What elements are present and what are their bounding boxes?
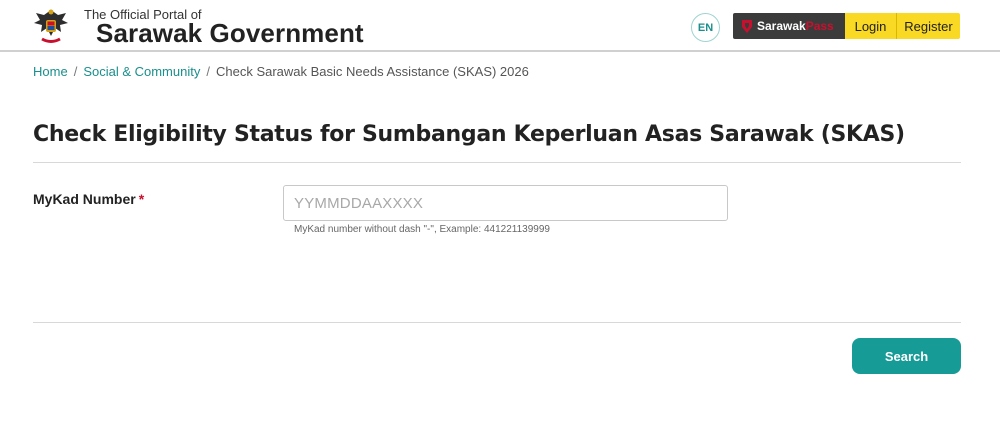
sarawakpass-brand-secondary: Pass — [805, 19, 834, 33]
sarawakpass-brand-text: SarawakPass — [757, 19, 834, 33]
site-header: The Official Portal of Sarawak Governmen… — [0, 0, 1000, 52]
login-button[interactable]: Login — [845, 13, 897, 39]
mykad-label: MyKad Number * — [33, 191, 144, 207]
mykad-hint: MyKad number without dash "-", Example: … — [294, 224, 550, 235]
language-toggle-button[interactable]: EN — [691, 13, 720, 42]
mykad-label-text: MyKad Number — [33, 191, 136, 207]
divider — [33, 322, 961, 323]
breadcrumb-separator: / — [73, 64, 78, 79]
portal-title[interactable]: Sarawak Government — [96, 18, 364, 49]
sarawak-coat-of-arms-icon[interactable] — [30, 6, 72, 48]
breadcrumb-separator: / — [206, 64, 210, 79]
sarawakpass-group: SarawakPass Login Register — [733, 13, 960, 39]
breadcrumb-social-community-link[interactable]: Social & Community — [83, 64, 200, 79]
breadcrumb-current: Check Sarawak Basic Needs Assistance (SK… — [215, 64, 529, 79]
breadcrumb-home-link[interactable]: Home — [33, 64, 68, 79]
divider — [33, 162, 961, 163]
required-indicator: * — [138, 191, 145, 207]
register-button[interactable]: Register — [897, 13, 960, 39]
breadcrumb: Home / Social & Community / Check Sarawak Ba… — [33, 64, 529, 79]
mykad-input[interactable] — [283, 185, 728, 221]
search-button[interactable]: Search — [852, 338, 961, 374]
sarawakpass-mark-icon — [742, 20, 752, 33]
sarawakpass-brand-primary: Sarawak — [757, 19, 806, 33]
page-title: Check Eligibility Status for Sumbangan K… — [33, 122, 905, 147]
sarawakpass-logo[interactable]: SarawakPass — [733, 13, 845, 39]
